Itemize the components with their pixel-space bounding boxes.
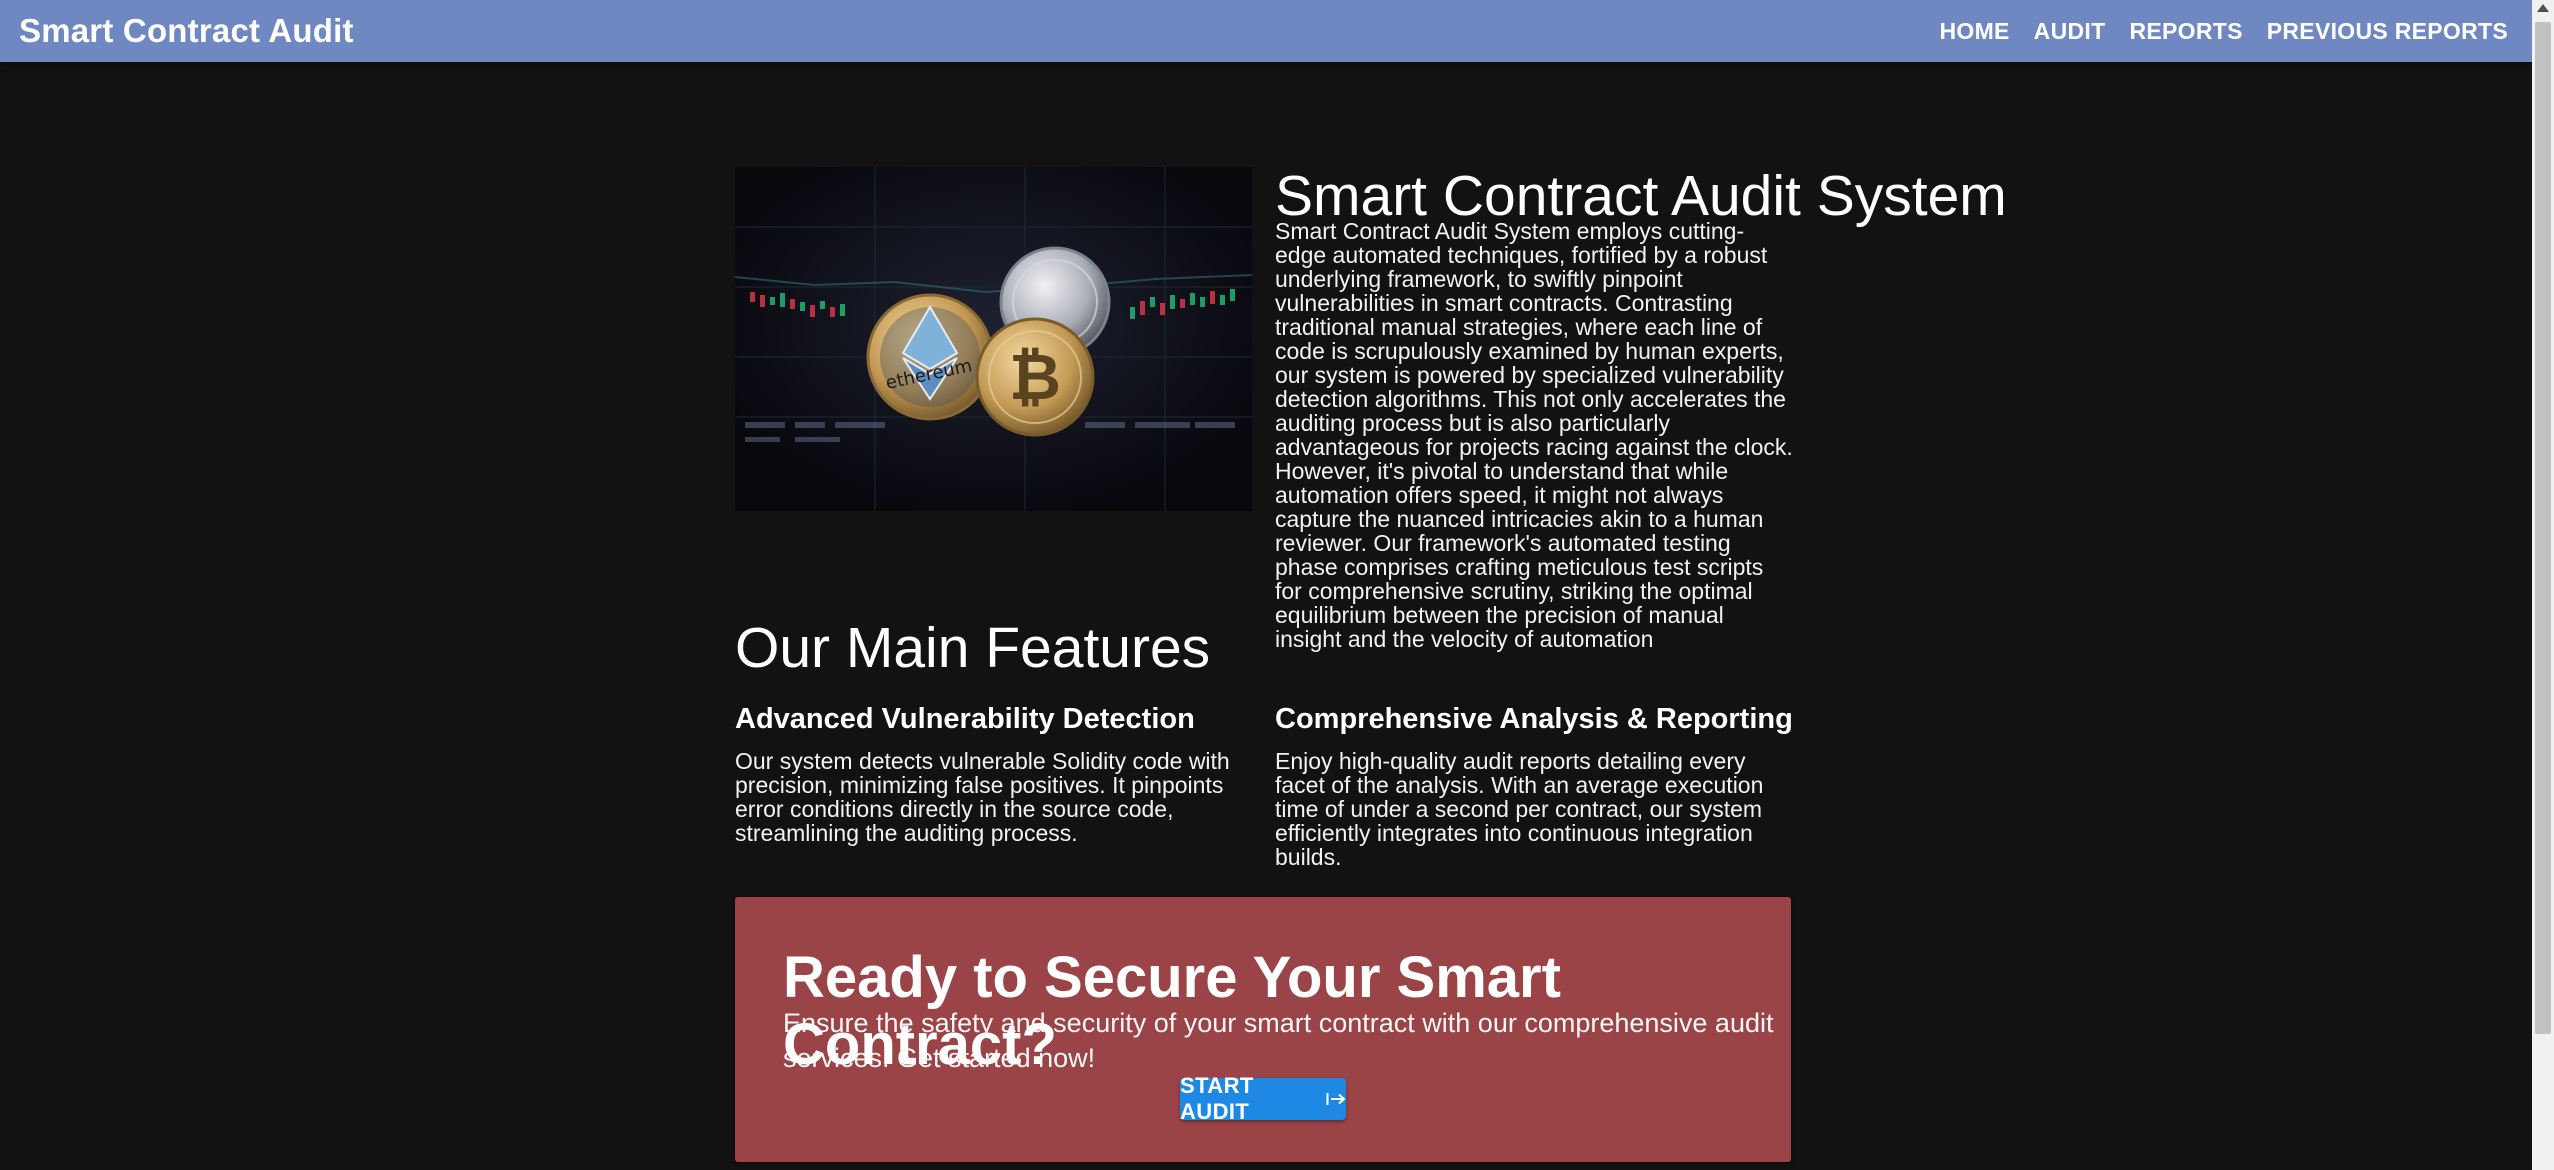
- svg-text:₿: ₿: [1009, 341, 1061, 415]
- cta-description: Ensure the safety and security of your s…: [783, 1008, 1774, 1074]
- nav-previous-reports[interactable]: PREVIOUS REPORTS: [2255, 18, 2520, 45]
- feature-description: Our system detects vulnerable Solidity c…: [735, 747, 1230, 846]
- arrow-right-to-bar-icon: [1326, 1092, 1346, 1106]
- crypto-coins-image: ethereum ₿: [735, 167, 1252, 511]
- app-bar: Smart Contract Audit HOME AUDIT REPORTS …: [0, 0, 2532, 62]
- scroll-up-arrow-icon[interactable]: [2537, 4, 2549, 12]
- feature-title: Advanced Vulnerability Detection: [735, 703, 1195, 735]
- nav-audit[interactable]: AUDIT: [2022, 18, 2118, 45]
- page-scrollbar[interactable]: [2532, 0, 2554, 1170]
- start-audit-label: START AUDIT: [1180, 1073, 1254, 1124]
- start-audit-button[interactable]: START AUDIT: [1180, 1073, 1346, 1124]
- feature-card-analysis-reporting: Comprehensive Analysis & Reporting Enjoy…: [1275, 702, 1795, 869]
- nav-home[interactable]: HOME: [1927, 18, 2021, 45]
- feature-description: Enjoy high-quality audit reports detaili…: [1275, 747, 1764, 870]
- features-title: Our Main Features: [735, 616, 1211, 680]
- hero-description: Smart Contract Audit System employs cutt…: [1275, 218, 1793, 652]
- feature-card-vulnerability-detection: Advanced Vulnerability Detection Our sys…: [735, 702, 1255, 845]
- brand-title[interactable]: Smart Contract Audit: [19, 12, 354, 50]
- main-nav: HOME AUDIT REPORTS PREVIOUS REPORTS: [1927, 18, 2520, 45]
- scroll-thumb[interactable]: [2535, 22, 2551, 1034]
- nav-reports[interactable]: REPORTS: [2117, 18, 2254, 45]
- feature-title: Comprehensive Analysis & Reporting: [1275, 703, 1793, 735]
- cta-card: Ready to Secure Your Smart Contract? Ens…: [735, 897, 1791, 1162]
